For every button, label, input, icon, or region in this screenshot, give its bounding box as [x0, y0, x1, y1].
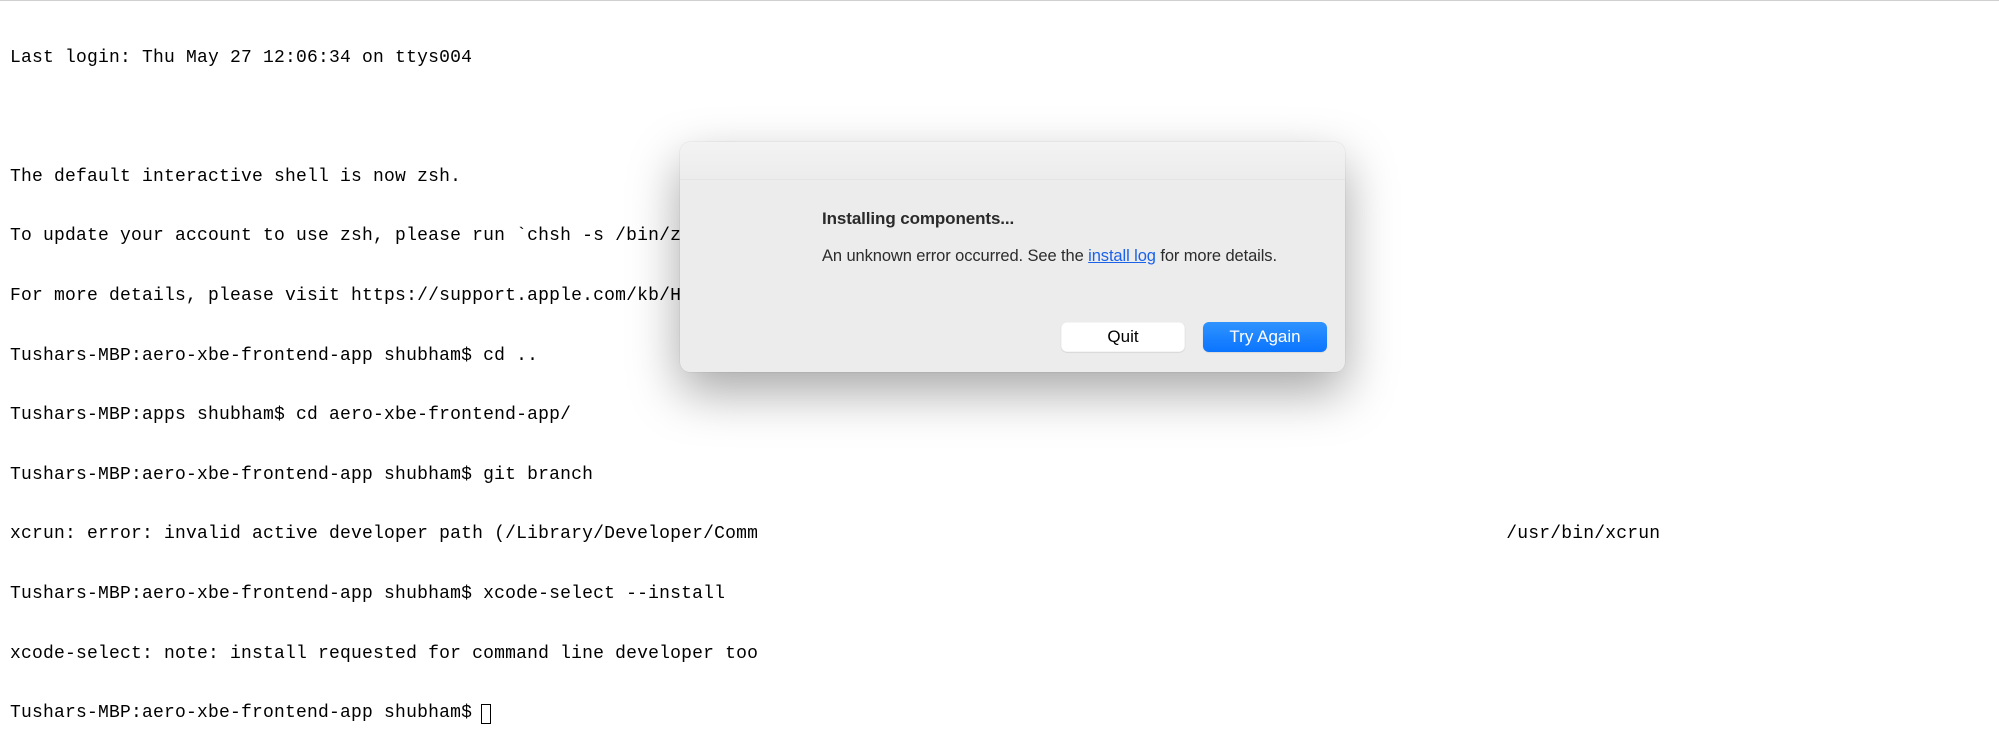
dialog-message: An unknown error occurred. See the insta…: [822, 247, 1315, 265]
dialog-message-post: for more details.: [1156, 247, 1277, 265]
dialog-body: Installing components... An unknown erro…: [680, 180, 1345, 322]
terminal-line: Tushars-MBP:apps shubham$ cd aero-xbe-fr…: [10, 406, 1989, 426]
quit-button[interactable]: Quit: [1061, 322, 1185, 352]
terminal-cursor: [481, 704, 491, 724]
try-again-button[interactable]: Try Again: [1203, 322, 1327, 352]
terminal-line: [10, 108, 1989, 128]
dialog-title: Installing components...: [822, 210, 1315, 229]
terminal-line: Last login: Thu May 27 12:06:34 on ttys0…: [10, 49, 1989, 69]
terminal-line: xcode-select: note: install requested fo…: [10, 645, 1989, 665]
dialog-message-pre: An unknown error occurred. See the: [822, 247, 1088, 265]
terminal-prompt: Tushars-MBP:aero-xbe-frontend-app shubha…: [10, 703, 483, 723]
terminal-prompt-line: Tushars-MBP:aero-xbe-frontend-app shubha…: [10, 704, 1989, 724]
install-components-dialog: Installing components... An unknown erro…: [680, 142, 1345, 372]
install-log-link[interactable]: install log: [1088, 247, 1156, 265]
terminal-line: Tushars-MBP:aero-xbe-frontend-app shubha…: [10, 466, 1989, 486]
terminal-output[interactable]: Last login: Thu May 27 12:06:34 on ttys0…: [0, 1, 1999, 754]
terminal-line: xcrun: error: invalid active developer p…: [10, 525, 1989, 545]
dialog-titlebar[interactable]: [680, 142, 1345, 180]
terminal-line: Tushars-MBP:aero-xbe-frontend-app shubha…: [10, 585, 1989, 605]
dialog-button-row: Quit Try Again: [680, 322, 1345, 372]
